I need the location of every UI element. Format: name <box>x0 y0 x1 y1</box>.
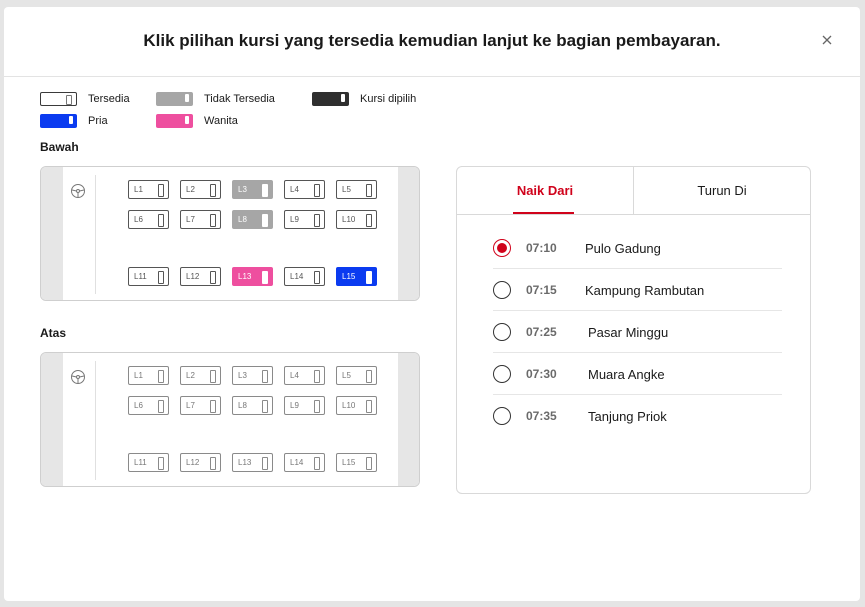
seat-upper-l3[interactable]: L3 <box>232 366 273 385</box>
seat-lower-l8: L8 <box>232 210 273 229</box>
seat-upper-l2[interactable]: L2 <box>180 366 221 385</box>
seat-lower-l2[interactable]: L2 <box>180 180 221 199</box>
radio-button[interactable] <box>493 239 511 257</box>
legend-selected: Kursi dipilih <box>312 92 416 106</box>
stop-option[interactable]: 07:25 Pasar Minggu <box>493 311 782 353</box>
seat-lower-l9[interactable]: L9 <box>284 210 325 229</box>
legend-swatch-selected <box>312 92 349 106</box>
seat-upper-l1[interactable]: L1 <box>128 366 169 385</box>
boarding-tabs: Naik Dari Turun Di <box>457 167 810 215</box>
legend-available: Tersedia <box>40 92 130 106</box>
stop-time: 07:25 <box>526 325 557 339</box>
boarding-panel: Naik Dari Turun Di 07:10 Pulo Gadung 07:15… <box>456 166 811 494</box>
deck-label-lower: Bawah <box>40 140 79 154</box>
steering-wheel-icon <box>70 369 86 385</box>
seat-lower-l11[interactable]: L11 <box>128 267 169 286</box>
seat-lower-l6[interactable]: L6 <box>128 210 169 229</box>
steering-wheel-icon <box>70 183 86 199</box>
stop-time: 07:30 <box>526 367 557 381</box>
seat-upper-l11[interactable]: L11 <box>128 453 169 472</box>
stop-place: Pasar Minggu <box>588 325 669 340</box>
seat-upper-l8[interactable]: L8 <box>232 396 273 415</box>
legend-swatch-male <box>40 114 77 128</box>
seat-lower-l1[interactable]: L1 <box>128 180 169 199</box>
legend-label-male: Pria <box>88 115 108 127</box>
modal-title: Klik pilihan kursi yang tersedia kemudia… <box>143 31 721 50</box>
legend-male: Pria <box>40 114 108 128</box>
legend-unavailable: Tidak Tersedia <box>156 92 275 106</box>
seat-upper-l5[interactable]: L5 <box>336 366 377 385</box>
deck-upper: L1 L2 L3 L4 L5 L6 L7 L8 L9 L10 L11 L12 L13 L14 L15 <box>40 352 420 487</box>
seat-upper-l12[interactable]: L12 <box>180 453 221 472</box>
seat-lower-l10[interactable]: L10 <box>336 210 377 229</box>
radio-button[interactable] <box>493 407 511 425</box>
stop-time: 07:10 <box>526 241 557 255</box>
legend-swatch-available <box>40 92 77 106</box>
deck-label-upper: Atas <box>40 326 67 340</box>
deck-lower: L1 L2 L3 L4 L5 L6 L7 L8 L9 L10 L11 L12 L13 L14 L15 <box>40 166 420 301</box>
stop-option[interactable]: 07:15 Kampung Rambutan <box>493 269 782 311</box>
seat-selection-modal: Klik pilihan kursi yang tersedia kemudia… <box>4 7 860 601</box>
seat-lower-l4[interactable]: L4 <box>284 180 325 199</box>
stop-place: Tanjung Priok <box>588 409 667 424</box>
modal-header: Klik pilihan kursi yang tersedia kemudia… <box>4 7 860 77</box>
tab-turun-di[interactable]: Turun Di <box>634 167 810 215</box>
seat-lower-l7[interactable]: L7 <box>180 210 221 229</box>
tab-naik-dari[interactable]: Naik Dari <box>457 167 633 215</box>
seat-lower-l12[interactable]: L12 <box>180 267 221 286</box>
stop-option[interactable]: 07:35 Tanjung Priok <box>493 395 782 437</box>
legend-female: Wanita <box>156 114 238 128</box>
seat-upper-l9[interactable]: L9 <box>284 396 325 415</box>
deck-side-right <box>398 167 419 300</box>
legend-label-selected: Kursi dipilih <box>360 93 417 105</box>
stop-time: 07:15 <box>526 283 557 297</box>
legend-label-available: Tersedia <box>88 93 130 105</box>
seat-lower-l5[interactable]: L5 <box>336 180 377 199</box>
legend-swatch-female <box>156 114 193 128</box>
stop-place: Kampung Rambutan <box>585 283 705 298</box>
legend-swatch-unavailable <box>156 92 193 106</box>
radio-button[interactable] <box>493 365 511 383</box>
seat-upper-l7[interactable]: L7 <box>180 396 221 415</box>
stop-time: 07:35 <box>526 409 557 423</box>
stop-place: Muara Angke <box>588 367 665 382</box>
radio-button[interactable] <box>493 323 511 341</box>
deck-side-left <box>41 353 63 486</box>
seat-upper-l15[interactable]: L15 <box>336 453 377 472</box>
deck-aisle <box>95 175 96 294</box>
seat-lower-l15[interactable]: L15 <box>336 267 377 286</box>
seat-lower-l3: L3 <box>232 180 273 199</box>
legend-label-female: Wanita <box>204 115 238 127</box>
seat-lower-l13[interactable]: L13 <box>232 267 273 286</box>
stop-option[interactable]: 07:30 Muara Angke <box>493 353 782 395</box>
legend-label-unavailable: Tidak Tersedia <box>204 93 275 105</box>
close-icon[interactable] <box>820 33 834 47</box>
deck-side-left <box>41 167 63 300</box>
seat-upper-l6[interactable]: L6 <box>128 396 169 415</box>
seat-lower-l14[interactable]: L14 <box>284 267 325 286</box>
seat-upper-l10[interactable]: L10 <box>336 396 377 415</box>
seat-upper-l13[interactable]: L13 <box>232 453 273 472</box>
radio-button[interactable] <box>493 281 511 299</box>
seat-upper-l4[interactable]: L4 <box>284 366 325 385</box>
deck-side-right <box>398 353 419 486</box>
stop-place: Pulo Gadung <box>585 241 661 256</box>
deck-aisle <box>95 361 96 480</box>
seat-upper-l14[interactable]: L14 <box>284 453 325 472</box>
active-tab-indicator <box>513 212 574 214</box>
stop-option[interactable]: 07:10 Pulo Gadung <box>493 227 782 269</box>
